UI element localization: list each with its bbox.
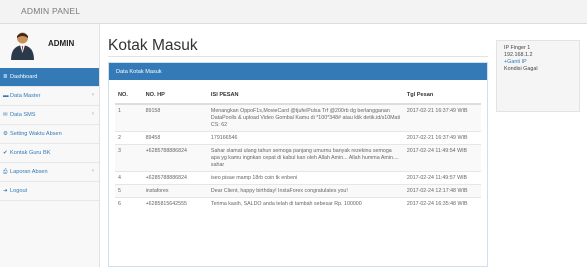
sidebar-item-label: Dashboard — [10, 74, 38, 80]
sidebar-item-data-sms[interactable]: ✉ Data SMS ‹ — [0, 106, 99, 125]
cell-phone: 89458 — [142, 131, 208, 145]
cell-phone: +6285788886824 — [142, 144, 208, 172]
chevron-left-icon: ‹ — [92, 92, 94, 98]
app-title[interactable]: ADMIN PANEL — [21, 6, 80, 16]
cell-phone: +6285788886824 — [142, 171, 208, 185]
inbox-table: NO. NO. HP ISI PESAN Tgl Pesan 1 89158 M… — [115, 87, 481, 210]
table-row[interactable]: 6 +6285815642555 Terima kasih, SALDO and… — [115, 197, 481, 210]
check-icon: ✔ — [3, 150, 8, 156]
sidebar-item-label: Kontak Guru BK — [10, 150, 51, 156]
column-header-tgl-pesan: Tgl Pesan — [403, 87, 481, 105]
chevron-left-icon: ‹ — [92, 168, 94, 174]
cell-date: 2017-02-24 11:49:54 WIB — [403, 144, 481, 172]
sidebar-item-kontak-guru-bk[interactable]: ✔ Kontak Guru BK — [0, 144, 99, 163]
table-row[interactable]: 1 89158 Menangkan OppoF1s,MovieCard @tju… — [115, 103, 481, 132]
gear-icon: ⚙ — [3, 131, 9, 137]
cell-no: 1 — [115, 103, 143, 132]
cell-no: 6 — [115, 197, 143, 210]
folder-icon: ▬ — [3, 93, 9, 99]
finger-device-info: IP Finger 1 192.168.1.2 +Ganti IP Kondis… — [496, 40, 580, 112]
cell-phone: instaforex — [142, 184, 208, 198]
change-ip-link[interactable]: +Ganti IP — [504, 59, 579, 66]
sidebar-item-label: Data Master — [10, 93, 41, 99]
dashboard-icon: ≣ — [3, 74, 8, 80]
avatar — [11, 32, 34, 60]
table-row[interactable]: 3 +6285788886824 Sahar slamat ulang tahu… — [115, 144, 481, 172]
cell-no: 3 — [115, 144, 143, 172]
cell-message: iseo pisae mamp 18rb coin tk enbeni — [207, 171, 404, 185]
sidebar-item-label: Logout — [10, 188, 28, 194]
username: ADMIN — [48, 39, 75, 48]
table-row[interactable]: 2 89458 179166546 2017-02-21 16:37:49 WI… — [115, 131, 481, 145]
device-ip: 192.168.1.2 — [504, 52, 533, 58]
sidebar-nav: ≣ Dashboard ▬ Data Master ‹ ✉ Data SMS ‹… — [0, 68, 99, 201]
cell-date: 2017-02-24 12:17:48 WIB — [403, 184, 481, 198]
cell-no: 5 — [115, 184, 143, 198]
sidebar: ADMIN ≣ Dashboard ▬ Data Master ‹ ✉ Data… — [0, 24, 100, 267]
sidebar-item-setting-waktu-absen[interactable]: ⚙ Setting Waktu Absen — [0, 125, 99, 144]
sidebar-item-dashboard[interactable]: ≣ Dashboard — [0, 68, 99, 87]
page-title: Kotak Masuk — [108, 37, 198, 54]
table-row[interactable]: 4 +6285788886824 iseo pisae mamp 18rb co… — [115, 171, 481, 185]
cell-message: Sahar slamat ulang tahun semoga panjang … — [207, 144, 404, 172]
title-divider — [108, 56, 488, 57]
cell-message: 179166546 — [207, 131, 404, 145]
top-navbar: ADMIN PANEL — [0, 0, 587, 24]
cell-message: Terima kasih, SALDO anda telah di tambah… — [207, 197, 404, 210]
cell-phone: +6285815642555 — [142, 197, 208, 210]
sidebar-item-logout[interactable]: ➜ Logout — [0, 182, 99, 201]
cell-message: Dear Client, happy birthday! InstaForex … — [207, 184, 404, 198]
table-header-row: NO. NO. HP ISI PESAN Tgl Pesan — [115, 87, 481, 105]
table-row[interactable]: 5 instaforex Dear Client, happy birthday… — [115, 184, 481, 198]
cell-no: 4 — [115, 171, 143, 185]
cell-phone: 89158 — [142, 103, 208, 132]
envelope-icon: ✉ — [3, 112, 8, 118]
user-profile: ADMIN — [0, 24, 99, 66]
cell-date: 2017-02-24 11:49:57 WIB — [403, 171, 481, 185]
cell-date: 2017-02-21 16:37:49 WIB — [403, 103, 481, 132]
print-icon: ⎙ — [3, 169, 8, 175]
chevron-left-icon: ‹ — [92, 111, 94, 117]
column-header-isi-pesan: ISI PESAN — [207, 87, 404, 105]
device-name: IP Finger 1 — [504, 45, 531, 51]
sidebar-item-label: Laporan Absen — [10, 169, 48, 175]
cell-date: 2017-02-21 16:37:49 WIB — [403, 131, 481, 145]
cell-date: 2017-02-24 16:35:48 WIB — [403, 197, 481, 210]
sidebar-item-label: Setting Waktu Absen — [10, 131, 62, 137]
cell-no: 2 — [115, 131, 143, 145]
sidebar-item-label: Data SMS — [10, 112, 36, 118]
panel-heading: Data Kotak Masuk — [109, 63, 487, 80]
column-header-no-hp: NO. HP — [142, 87, 208, 105]
cell-message: Menangkan OppoF1s,MovieCard @tjufe/Pulsa… — [207, 103, 404, 132]
logout-icon: ➜ — [3, 188, 8, 194]
column-header-no: NO. — [115, 87, 143, 105]
sidebar-item-data-master[interactable]: ▬ Data Master ‹ — [0, 87, 99, 106]
inbox-panel: Data Kotak Masuk NO. NO. HP ISI PESAN Tg… — [108, 62, 488, 267]
sidebar-item-laporan-absen[interactable]: ⎙ Laporan Absen ‹ — [0, 163, 99, 182]
connection-status: Kondisi Gagal — [504, 66, 538, 72]
